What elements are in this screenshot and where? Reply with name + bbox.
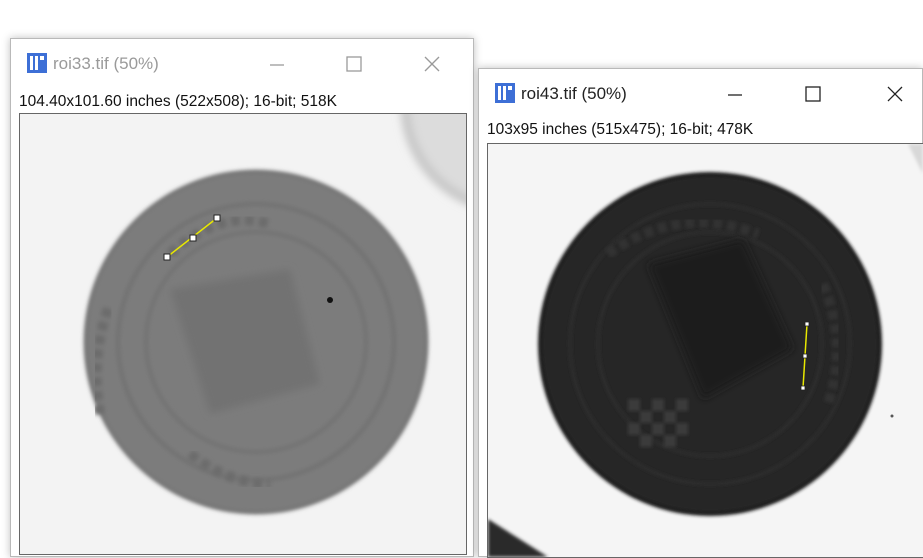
window-title: roi43.tif (50%) xyxy=(521,84,627,103)
image-window-roi33[interactable]: roi33.tif (50%) 104.40x101.60 inches (52… xyxy=(10,38,474,557)
close-icon[interactable] xyxy=(419,51,445,77)
roi-handle-mid xyxy=(802,353,808,359)
image-canvas[interactable] xyxy=(487,143,923,558)
roi-handle-end xyxy=(800,385,806,391)
image-info-line: 104.40x101.60 inches (522x508); 16-bit; … xyxy=(19,93,337,110)
minimize-icon[interactable] xyxy=(264,51,290,77)
maximize-icon[interactable] xyxy=(800,81,826,107)
close-icon[interactable] xyxy=(882,81,908,107)
image-content xyxy=(488,144,923,557)
roi-handle-mid xyxy=(189,234,197,242)
minimize-icon[interactable] xyxy=(722,81,748,107)
image-content xyxy=(20,114,466,554)
roi-handle-start xyxy=(804,321,810,327)
imagej-app-icon xyxy=(495,83,515,103)
imagej-app-icon xyxy=(27,53,47,73)
roi-handle-end xyxy=(213,214,221,222)
image-info-line: 103x95 inches (515x475); 16-bit; 478K xyxy=(487,121,754,138)
roi-handle-start xyxy=(163,253,171,261)
title-bar[interactable]: roi33.tif (50%) xyxy=(11,39,473,91)
image-window-roi43[interactable]: roi43.tif (50%) 103x95 inches (515x475);… xyxy=(478,68,923,558)
maximize-icon[interactable] xyxy=(341,51,367,77)
window-title: roi33.tif (50%) xyxy=(53,54,159,73)
image-canvas[interactable] xyxy=(19,113,467,555)
title-bar[interactable]: roi43.tif (50%) xyxy=(479,69,922,121)
dark-speck xyxy=(327,297,333,303)
